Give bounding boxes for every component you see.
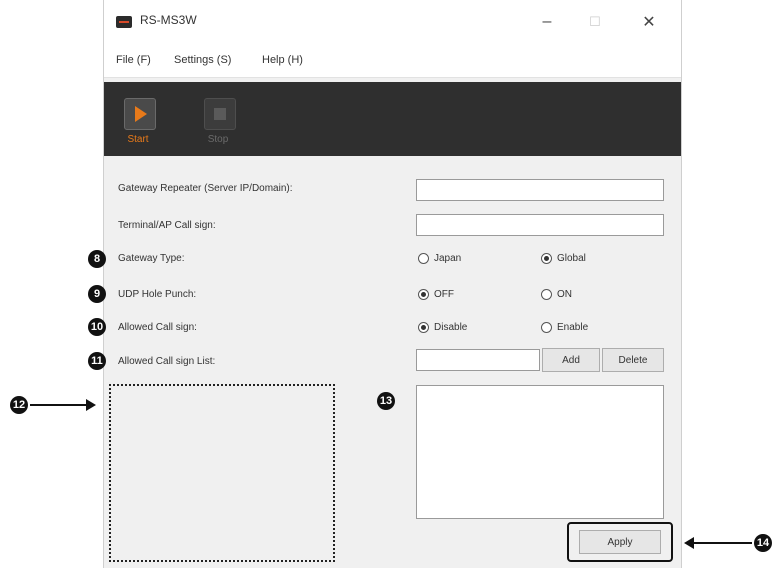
close-button[interactable]: ✕ [626, 8, 672, 36]
callout-12: 12 [10, 396, 28, 414]
menu-file[interactable]: File (F) [116, 54, 151, 66]
udp-hole-punch-label: UDP Hole Punch: [118, 289, 197, 300]
add-button[interactable]: Add [542, 348, 600, 372]
minimize-button[interactable]: – [524, 8, 570, 36]
allowed-enable-label: Enable [557, 322, 589, 333]
toolbar: Start Stop [104, 82, 681, 156]
app-window: RS-MS3W – ☐ ✕ File (F) Settings (S) Help… [103, 0, 682, 568]
title-bar: RS-MS3W – ☐ ✕ [104, 0, 681, 44]
callout-9: 9 [88, 285, 106, 303]
gateway-type-global-radio[interactable] [541, 253, 552, 264]
terminal-callsign-input[interactable] [416, 214, 664, 236]
apply-button[interactable]: Apply [579, 530, 661, 554]
allowed-callsign-listbox[interactable] [416, 385, 664, 519]
stop-button[interactable]: Stop [196, 92, 240, 148]
gateway-type-label: Gateway Type: [118, 253, 185, 264]
udp-off-label: OFF [434, 289, 454, 300]
udp-off-radio[interactable] [418, 289, 429, 300]
gateway-type-japan-radio[interactable] [418, 253, 429, 264]
arrow-14-head [684, 537, 694, 549]
status-area-outline [109, 384, 335, 562]
gateway-repeater-input[interactable] [416, 179, 664, 201]
window-title: RS-MS3W [140, 13, 197, 27]
arrow-12-line [30, 404, 88, 406]
play-icon [124, 98, 156, 130]
callout-13: 13 [377, 392, 395, 410]
stop-label: Stop [207, 134, 229, 145]
start-label: Start [127, 134, 149, 145]
menu-settings[interactable]: Settings (S) [174, 54, 231, 66]
allowed-disable-radio[interactable] [418, 322, 429, 333]
callout-10: 10 [88, 318, 106, 336]
gateway-type-japan-label: Japan [434, 253, 462, 264]
stop-icon [204, 98, 236, 130]
udp-on-radio[interactable] [541, 289, 552, 300]
callout-14: 14 [754, 534, 772, 552]
maximize-button[interactable]: ☐ [572, 8, 618, 36]
terminal-callsign-label: Terminal/AP Call sign: [118, 220, 216, 231]
start-button[interactable]: Start [116, 92, 160, 148]
arrow-12-head [86, 399, 96, 411]
arrow-14-line [694, 542, 752, 544]
allowed-callsign-input[interactable] [416, 349, 540, 371]
allowed-list-label: Allowed Call sign List: [118, 356, 216, 367]
allowed-callsign-label: Allowed Call sign: [118, 322, 197, 333]
gateway-repeater-label: Gateway Repeater (Server IP/Domain): [118, 183, 293, 194]
callout-11: 11 [88, 352, 106, 370]
allowed-disable-label: Disable [434, 322, 468, 333]
allowed-enable-radio[interactable] [541, 322, 552, 333]
udp-on-label: ON [557, 289, 572, 300]
callout-8: 8 [88, 250, 106, 268]
menu-help[interactable]: Help (H) [262, 54, 303, 66]
delete-button[interactable]: Delete [602, 348, 664, 372]
menu-bar: File (F) Settings (S) Help (H) [104, 44, 681, 78]
app-icon [116, 16, 132, 28]
gateway-type-global-label: Global [557, 253, 586, 264]
